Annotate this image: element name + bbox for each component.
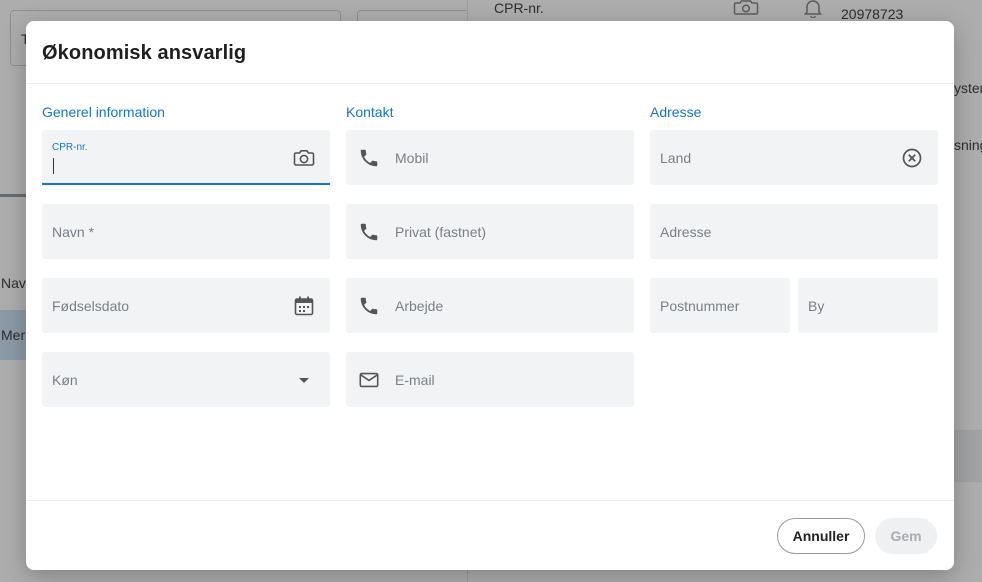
work-phone-field-label: Arbejde: [395, 298, 444, 314]
responsible-dialog: Økonomisk ansvarlig Generel information …: [26, 21, 954, 570]
email-field[interactable]: E-mail: [346, 352, 634, 407]
calendar-icon[interactable]: [292, 294, 316, 318]
mobile-field[interactable]: Mobil: [346, 130, 634, 185]
cancel-button[interactable]: Annuller: [777, 518, 865, 554]
birthdate-field-label: Fødselsdato: [52, 298, 130, 314]
postal-code-field[interactable]: Postnummer: [650, 278, 790, 333]
text-cursor: [53, 158, 54, 174]
private-phone-field-label: Privat (fastnet): [395, 224, 487, 240]
name-field[interactable]: Navn *: [42, 204, 330, 259]
background-camera-icon: [733, 0, 759, 18]
country-field[interactable]: Land: [650, 130, 938, 185]
bell-icon: [803, 0, 823, 18]
envelope-icon: [358, 369, 380, 391]
email-field-label: E-mail: [395, 372, 435, 388]
gender-select[interactable]: Køn: [42, 352, 330, 407]
section-title-contact: Kontakt: [346, 104, 394, 120]
gender-select-label: Køn: [52, 372, 78, 388]
birthdate-field[interactable]: Fødselsdato: [42, 278, 330, 333]
dialog-title: Økonomisk ansvarlig: [42, 42, 247, 64]
work-phone-field[interactable]: Arbejde: [346, 278, 634, 333]
cpr-field-label: CPR-nr.: [52, 142, 88, 153]
address-field[interactable]: Adresse: [650, 204, 938, 259]
clear-icon[interactable]: [900, 146, 924, 170]
cpr-field[interactable]: CPR-nr.: [42, 130, 330, 185]
footer-divider: [26, 500, 954, 501]
dropdown-arrow-icon[interactable]: [292, 368, 316, 392]
city-field[interactable]: By: [798, 278, 938, 333]
name-field-label: Navn *: [52, 224, 95, 240]
phone-icon: [358, 295, 380, 317]
phone-icon: [358, 147, 380, 169]
phone-icon: [358, 221, 380, 243]
private-phone-field[interactable]: Privat (fastnet): [346, 204, 634, 259]
save-button[interactable]: Gem: [875, 518, 937, 554]
address-field-label: Adresse: [660, 224, 712, 240]
city-field-label: By: [808, 298, 825, 314]
postal-code-field-label: Postnummer: [660, 298, 740, 314]
header-divider: [26, 83, 954, 84]
section-title-address: Adresse: [650, 104, 702, 120]
section-title-general: Generel information: [42, 104, 165, 120]
mobile-field-label: Mobil: [395, 150, 429, 166]
camera-icon[interactable]: [292, 146, 316, 170]
country-field-label: Land: [660, 150, 692, 166]
